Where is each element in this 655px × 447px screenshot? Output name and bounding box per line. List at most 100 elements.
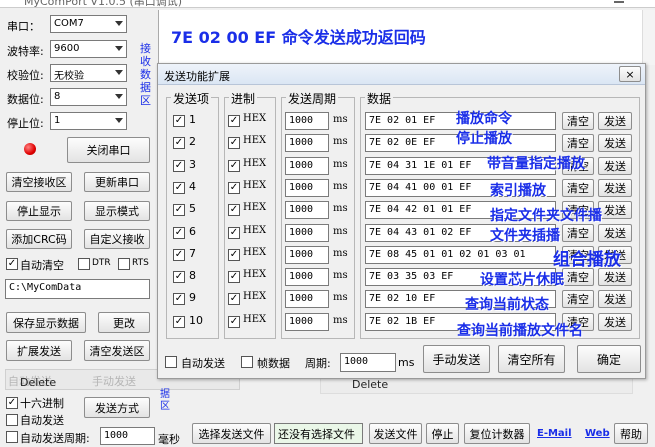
row-clear-button[interactable]: 清空 <box>562 268 594 286</box>
baud-select[interactable]: 9600 <box>50 40 127 58</box>
row-enable-checkbox[interactable]: ✓ <box>173 204 185 216</box>
stop-display-button[interactable]: 停止显示 <box>6 201 72 221</box>
stopbits-select[interactable]: 1 <box>50 112 127 130</box>
row-annotation: 组合播放 <box>553 250 621 270</box>
port-select[interactable]: COM7 <box>50 15 127 33</box>
row-enable-checkbox[interactable]: ✓ <box>173 227 185 239</box>
row-send-button[interactable]: 发送 <box>598 134 632 152</box>
stop-file-button[interactable]: 停止 <box>426 423 459 444</box>
row-hex-checkbox[interactable]: ✓ <box>228 115 240 127</box>
row-clear-button[interactable]: 清空 <box>562 112 594 130</box>
clear-send-button[interactable]: 清空发送区 <box>84 340 150 361</box>
clear-all-button[interactable]: 清空所有 <box>498 345 565 373</box>
ext-send-button[interactable]: 扩展发送 <box>6 340 72 361</box>
row-hex-checkbox[interactable]: ✓ <box>228 227 240 239</box>
row-enable-checkbox[interactable]: ✓ <box>173 249 185 261</box>
row-annotation: 查询当前状态 <box>465 297 549 313</box>
row-send-button[interactable]: 发送 <box>598 179 632 197</box>
row-number: 1 <box>189 113 196 126</box>
add-crc-button[interactable]: 添加CRC码 <box>6 229 72 249</box>
auto-send-checkbox[interactable] <box>6 414 18 426</box>
row-hex-checkbox[interactable]: ✓ <box>228 137 240 149</box>
reset-counter-button[interactable]: 复位计数器 <box>464 423 530 444</box>
row-period-input[interactable]: 1000 <box>285 224 329 242</box>
stopbits-label: 停止位: <box>7 117 44 130</box>
minimize-icon[interactable] <box>614 1 624 3</box>
email-link[interactable]: E-Mail <box>537 428 572 439</box>
row-enable-checkbox[interactable]: ✓ <box>173 271 185 283</box>
row-period-input[interactable]: 1000 <box>285 112 329 130</box>
row-period-input[interactable]: 1000 <box>285 179 329 197</box>
recv-area-short-label: 据区 <box>160 389 170 412</box>
frame-data-checkbox[interactable] <box>241 356 253 368</box>
row-period-input[interactable]: 1000 <box>285 201 329 219</box>
port-status-led <box>24 143 36 155</box>
row-hex-checkbox[interactable]: ✓ <box>228 182 240 194</box>
row-enable-checkbox[interactable]: ✓ <box>173 293 185 305</box>
row-number: 9 <box>189 291 196 304</box>
row-send-button[interactable]: 发送 <box>598 268 632 286</box>
row-hex-checkbox[interactable]: ✓ <box>228 160 240 172</box>
row-data-input[interactable]: 7E 08 45 01 01 02 01 03 01 <box>365 246 556 264</box>
auto-period-checkbox[interactable] <box>6 431 18 443</box>
row-send-button[interactable]: 发送 <box>598 201 632 219</box>
row-enable-checkbox[interactable]: ✓ <box>173 316 185 328</box>
row-hex-checkbox[interactable]: ✓ <box>228 204 240 216</box>
row-period-input[interactable]: 1000 <box>285 157 329 175</box>
row-hex-checkbox[interactable]: ✓ <box>228 249 240 261</box>
dtr-checkbox[interactable] <box>78 258 90 270</box>
row-clear-button[interactable]: 清空 <box>562 224 594 242</box>
row-hex-label: HEX <box>243 158 267 169</box>
row-period-input[interactable]: 1000 <box>285 290 329 308</box>
row-hex-label: HEX <box>243 225 267 236</box>
row-send-button[interactable]: 发送 <box>598 224 632 242</box>
parity-select[interactable]: 无校验 <box>50 64 127 82</box>
row-clear-button[interactable]: 清空 <box>562 179 594 197</box>
change-path-button[interactable]: 更改 <box>98 312 150 333</box>
send-mode-button[interactable]: 发送方式 <box>84 397 150 418</box>
save-path-field[interactable]: C:\MyComData <box>5 279 150 299</box>
rts-checkbox[interactable] <box>118 258 130 270</box>
refresh-port-button[interactable]: 更新串口 <box>84 172 150 192</box>
row-period-input[interactable]: 1000 <box>285 268 329 286</box>
confirm-button[interactable]: 确定 <box>577 345 641 373</box>
row-period-input[interactable]: 1000 <box>285 134 329 152</box>
row-hex-checkbox[interactable]: ✓ <box>228 293 240 305</box>
web-link[interactable]: Web <box>585 428 610 439</box>
row-send-button[interactable]: 发送 <box>598 290 632 308</box>
row-send-button[interactable]: 发送 <box>598 157 632 175</box>
row-ms-label: ms <box>333 248 348 259</box>
dialog-period-input[interactable]: 1000 <box>340 353 396 372</box>
row-period-input[interactable]: 1000 <box>285 246 329 264</box>
close-port-button[interactable]: 关闭串口 <box>67 137 150 163</box>
save-display-button[interactable]: 保存显示数据 <box>6 312 86 333</box>
custom-recv-button[interactable]: 自定义接收 <box>84 229 150 249</box>
row-number: 2 <box>189 135 196 148</box>
row-enable-checkbox[interactable]: ✓ <box>173 182 185 194</box>
row-send-button[interactable]: 发送 <box>598 112 632 130</box>
row-enable-checkbox[interactable]: ✓ <box>173 160 185 172</box>
dialog-auto-send-label: 自动发送 <box>181 357 225 370</box>
row-clear-button[interactable]: 清空 <box>562 290 594 308</box>
row-hex-checkbox[interactable]: ✓ <box>228 316 240 328</box>
row-clear-button[interactable]: 清空 <box>562 134 594 152</box>
close-icon[interactable]: × <box>619 66 641 82</box>
manual-send-button[interactable]: 手动发送 <box>423 345 490 373</box>
row-number: 4 <box>189 180 196 193</box>
scrollbar[interactable] <box>642 10 655 65</box>
row-period-input[interactable]: 1000 <box>285 313 329 331</box>
clear-recv-button[interactable]: 清空接收区 <box>6 172 72 192</box>
row-hex-checkbox[interactable]: ✓ <box>228 271 240 283</box>
send-file-button[interactable]: 发送文件 <box>369 423 422 444</box>
row-enable-checkbox[interactable]: ✓ <box>173 137 185 149</box>
auto-period-input[interactable]: 1000 <box>100 427 155 445</box>
auto-clear-checkbox[interactable]: ✓ <box>6 258 18 270</box>
help-button[interactable]: 帮助 <box>614 423 648 444</box>
row-enable-checkbox[interactable]: ✓ <box>173 115 185 127</box>
row-send-button[interactable]: 发送 <box>598 313 632 331</box>
display-mode-button[interactable]: 显示模式 <box>84 201 150 221</box>
choose-file-button[interactable]: 选择发送文件 <box>192 423 271 444</box>
databits-select[interactable]: 8 <box>50 88 127 106</box>
hex-send-checkbox[interactable]: ✓ <box>6 397 18 409</box>
dialog-auto-send-checkbox[interactable] <box>165 356 177 368</box>
